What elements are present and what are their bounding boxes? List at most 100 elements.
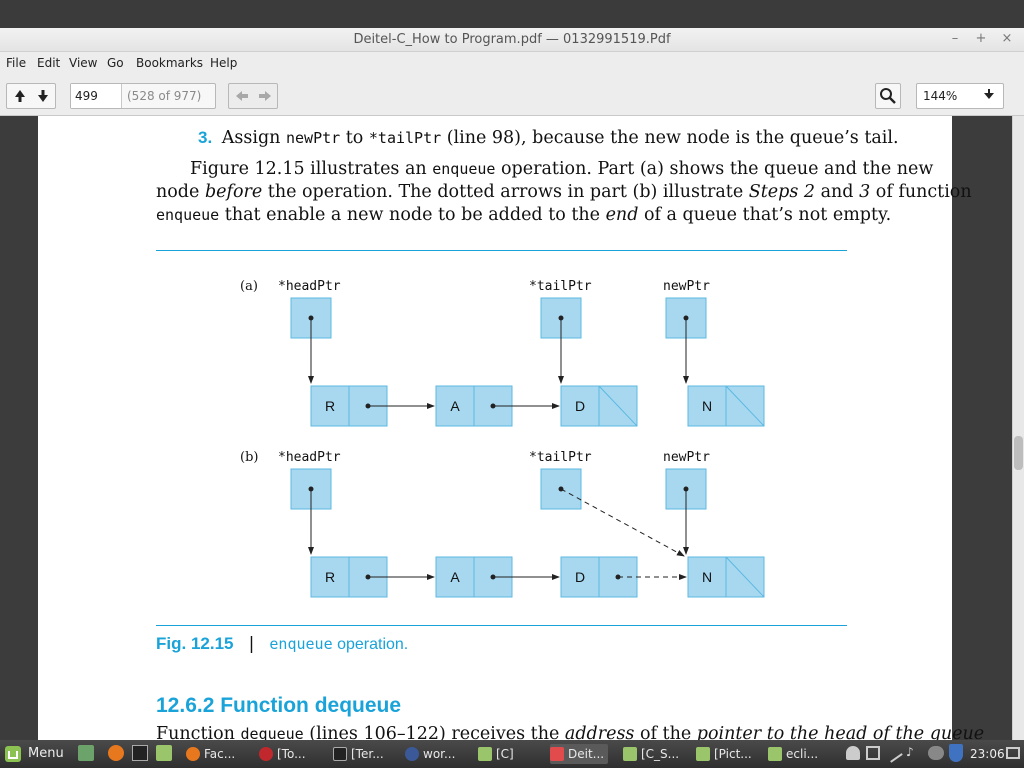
b-node-n-label: N (702, 569, 712, 585)
user-icon[interactable] (846, 746, 860, 760)
folder-icon (478, 747, 492, 761)
section-heading: 12.6.2 Function dequeue (156, 694, 402, 717)
document-viewport[interactable]: 3. Assign newPtr to *tailPtr (line 98), … (0, 116, 1012, 740)
menu-label: Menu (28, 746, 64, 761)
last-em: address (564, 724, 635, 740)
top-panel (0, 0, 1024, 28)
figure-caption-code: enqueue (269, 635, 333, 653)
firefox-icon[interactable] (108, 745, 124, 761)
files-icon[interactable] (156, 745, 172, 761)
next-page-button[interactable] (32, 85, 54, 107)
page-number-input[interactable]: 499 (71, 84, 122, 108)
task-pictures-folder[interactable]: [Pict... (696, 744, 752, 764)
folder-icon (623, 747, 637, 761)
page-count-label: (528 of 977) (127, 89, 202, 103)
task-label: wor... (423, 747, 456, 761)
last-text-c: of the (634, 724, 697, 740)
a-newptr-label: newPtr (663, 279, 710, 294)
b-newptr-label: newPtr (663, 450, 710, 465)
a-node-d-label: D (575, 398, 585, 414)
task-c-s-folder[interactable]: [C_S... (623, 744, 679, 764)
show-desktop-icon[interactable] (78, 745, 94, 761)
part-b-label: (b) (240, 450, 258, 465)
task-facebook[interactable]: Fac... (186, 744, 235, 764)
arrow-right-icon (259, 91, 271, 101)
chevron-down-icon (984, 89, 994, 99)
b-node-d-label: D (575, 569, 585, 585)
last-em-2: pointer to the head of the queue (696, 724, 985, 740)
task-label: [Ter... (351, 747, 384, 761)
task-deitel[interactable]: Deit... (550, 744, 609, 764)
workspace-icon[interactable] (1006, 747, 1020, 759)
menu-edit[interactable]: Edit (37, 56, 60, 70)
volume-icon[interactable]: ♪ (906, 745, 922, 761)
page-nav-group (6, 83, 56, 109)
figure-caption: Fig. 12.15 | enqueue operation. (156, 634, 408, 654)
task-eclipse[interactable]: ecli... (768, 744, 818, 764)
a-node-a-label: A (450, 398, 460, 414)
menu-go[interactable]: Go (107, 56, 124, 70)
arrow-down-icon (38, 90, 48, 102)
window-title: Deitel-C_How to Program.pdf — 0132991519… (353, 32, 671, 47)
last-text-a: Function (156, 724, 241, 740)
b-tailptr-label: *tailPtr (529, 450, 592, 465)
tomato-icon (259, 747, 273, 761)
history-nav-group (228, 83, 278, 109)
clock[interactable]: 23:06 (970, 747, 1005, 761)
a-node-n-label: N (702, 398, 712, 414)
a-tailptr-label: *tailPtr (529, 279, 592, 294)
menu-launcher[interactable]: Menu (4, 744, 68, 764)
eclipse-like-icon (405, 747, 419, 761)
terminal-icon[interactable] (132, 745, 148, 761)
task-label: [To... (277, 747, 306, 761)
pen-icon[interactable] (883, 743, 903, 763)
zoom-select[interactable]: 144% (916, 83, 1004, 109)
paragraph-dequeue: Function dequeue (lines 106–122) receive… (156, 724, 984, 740)
taskbar: Menu Fac... [To... [Ter... wor... [C] De… (0, 740, 1024, 768)
shield-icon[interactable] (949, 744, 963, 762)
task-label: Fac... (204, 747, 236, 761)
figure-number: Fig. 12.15 (156, 634, 234, 653)
terminal-icon (333, 747, 347, 761)
menu-file[interactable]: File (6, 56, 26, 70)
b-node-a-label: A (450, 569, 460, 585)
maximize-button[interactable]: + (972, 30, 990, 48)
part-a-label: (a) (240, 279, 258, 294)
scrollbar-thumb[interactable] (1014, 436, 1023, 470)
previous-page-button[interactable] (9, 85, 31, 107)
task-word[interactable]: wor... (405, 744, 455, 764)
firefox-icon (186, 747, 200, 761)
folder-icon (696, 747, 710, 761)
menu-view[interactable]: View (69, 56, 97, 70)
b-node-r-label: R (325, 569, 335, 585)
mint-logo-icon (5, 746, 21, 762)
task-label: [Pict... (714, 747, 752, 761)
queue-diagram: (a) *headPtr *tailPtr newPtr R A D N (b)… (240, 279, 765, 598)
pdf-icon (550, 747, 564, 761)
menu-bookmarks[interactable]: Bookmarks (136, 56, 203, 70)
task-label: [C_S... (641, 747, 680, 761)
forward-button[interactable] (254, 85, 276, 107)
menu-help[interactable]: Help (210, 56, 237, 70)
last-code: dequeue (240, 725, 304, 740)
back-button[interactable] (231, 85, 253, 107)
task-label: ecli... (786, 747, 819, 761)
weather-icon[interactable] (928, 746, 944, 760)
a-node-r-label: R (325, 398, 335, 414)
find-button[interactable] (875, 83, 901, 109)
zoom-value: 144% (923, 89, 958, 103)
arrow-up-icon (15, 90, 25, 102)
toolbar: 499 (528 of 977) 144% (0, 76, 1024, 116)
task-label: [C] (496, 747, 514, 761)
close-button[interactable]: × (998, 30, 1016, 48)
folder-icon (768, 747, 782, 761)
minimize-button[interactable]: – (946, 30, 964, 48)
task-c-folder[interactable]: [C] (478, 744, 514, 764)
figure-caption-text: operation. (332, 636, 409, 653)
task-terminal[interactable]: [Ter... (333, 744, 384, 764)
vertical-scrollbar[interactable] (1012, 116, 1024, 740)
network-icon[interactable] (866, 746, 880, 760)
a-headptr-label: *headPtr (278, 279, 341, 294)
task-todo[interactable]: [To... (259, 744, 306, 764)
window-titlebar[interactable]: Deitel-C_How to Program.pdf — 0132991519… (0, 28, 1024, 52)
